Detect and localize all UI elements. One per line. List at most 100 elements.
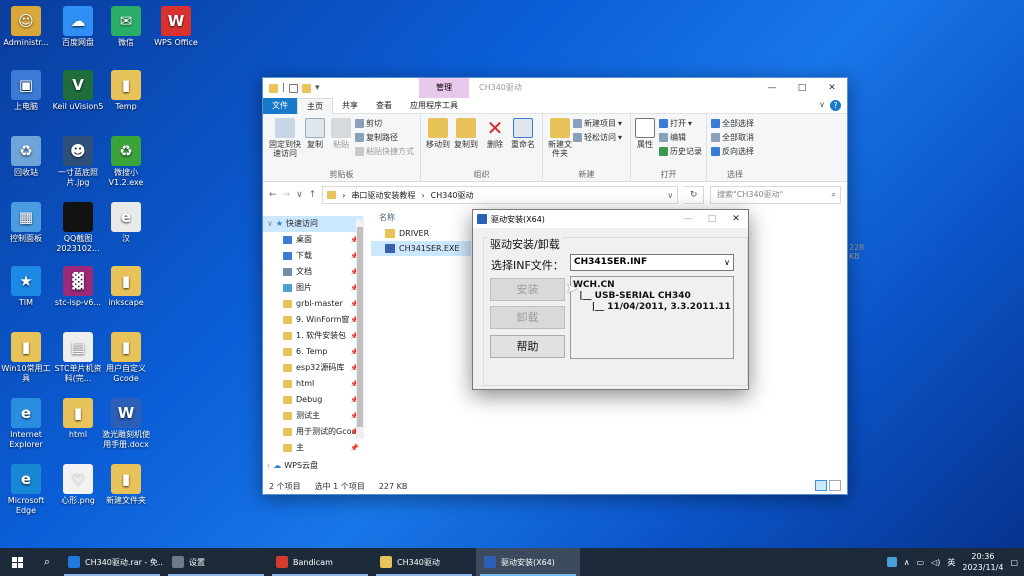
tray-app-icon[interactable] (886, 557, 897, 567)
nav-item[interactable]: 9. WinForm窗 📌 (263, 312, 363, 328)
tab-file[interactable]: 文件 (263, 97, 297, 114)
recent-chevron-icon[interactable]: ∨ (296, 190, 303, 200)
delete-button[interactable]: ✕ 删除 (483, 118, 507, 149)
file-row[interactable]: CH341SER.EXE (371, 241, 471, 256)
nav-item[interactable]: 桌面 📌 (263, 232, 363, 248)
minimize-button[interactable]: — (757, 78, 787, 98)
install-button[interactable]: 安装 (490, 278, 565, 301)
desktop-icon[interactable]: ♻ 回收站 (0, 136, 52, 178)
desktop-icon[interactable]: ▓ stc-isp-v6... (52, 266, 104, 308)
easy-access-button[interactable]: 轻松访问 ▾ (573, 132, 622, 143)
paste-button[interactable]: 粘贴 (329, 118, 353, 149)
nav-item[interactable]: 文档 📌 (263, 264, 363, 280)
desktop-icon[interactable]: ▮ Temp (100, 70, 152, 112)
expand-chevron-icon[interactable]: ∨ (267, 216, 273, 232)
taskbar-item[interactable]: 设置 (164, 548, 268, 576)
notification-icon[interactable]: ▢ (1010, 558, 1018, 567)
close-button[interactable]: ✕ (817, 78, 847, 98)
nav-item[interactable]: 下载 📌 (263, 248, 363, 264)
nav-quick-access[interactable]: ∨ ★ 快速访问 (263, 216, 363, 232)
nav-item[interactable]: 主 📌 (263, 440, 363, 456)
nav-wps[interactable]: › ☁ WPS云盘 (263, 458, 363, 474)
refresh-button[interactable]: ↻ (684, 186, 705, 204)
new-folder-qa-icon[interactable] (302, 83, 312, 93)
invert-selection-button[interactable]: 反向选择 (711, 146, 754, 157)
desktop-icon[interactable]: ▦ 控制面板 (0, 202, 52, 244)
collapse-ribbon-icon[interactable]: ∨ (819, 100, 825, 109)
desktop-icon[interactable]: ♡ 心形.png (52, 464, 104, 506)
search-icon[interactable]: ⌕ (34, 555, 60, 569)
copy-to-button[interactable]: 复制到 (453, 118, 479, 149)
volume-icon[interactable]: ◁) (931, 558, 940, 567)
cut-button[interactable]: 剪切 (355, 118, 382, 129)
nav-item[interactable]: esp32源码库 📌 (263, 360, 363, 376)
nav-item[interactable]: 1. 软件安装包 📌 (263, 328, 363, 344)
desktop-icon[interactable]: ▮ html (52, 398, 104, 440)
desktop-icon[interactable]: ☻ 一寸蓝底照片.jpg (52, 136, 104, 188)
taskbar-item[interactable]: 驱动安装(X64) (476, 548, 580, 576)
nav-item[interactable]: grbl-master 📌 (263, 296, 363, 312)
forward-arrow-icon[interactable]: → (283, 190, 291, 200)
address-dropdown-icon[interactable]: ∨ (667, 191, 673, 200)
ime-indicator[interactable]: 英 (947, 557, 955, 568)
paste-shortcut-button[interactable]: 粘贴快捷方式 (355, 146, 414, 157)
desktop-icon[interactable]: ☁ 百度网盘 (52, 6, 104, 48)
dialog-minimize-button[interactable]: — (676, 210, 700, 228)
uninstall-button[interactable]: 卸载 (490, 306, 565, 329)
new-item-button[interactable]: 新建项目 ▾ (573, 118, 622, 129)
desktop-icon[interactable]: e Internet Explorer (0, 398, 52, 450)
edit-button[interactable]: 编辑 (659, 132, 686, 143)
pin-quick-access-button[interactable]: 固定到快速访问 (267, 118, 303, 158)
tab-share[interactable]: 共享 (333, 98, 367, 114)
copy-button[interactable]: 复制 (303, 118, 327, 149)
network-icon[interactable]: ▭ (917, 558, 925, 567)
breadcrumb-item[interactable]: 串口驱动安装教程 (351, 190, 415, 201)
dialog-maximize-button[interactable]: □ (700, 210, 724, 228)
desktop-icon[interactable]: ☺ Administr... (0, 6, 52, 48)
desktop-icon[interactable]: QQ截图 2023102... (52, 202, 104, 254)
desktop-icon[interactable]: ▣ 上电脑 (0, 70, 52, 112)
context-tab-manage[interactable]: 管理 (419, 78, 469, 98)
nav-item[interactable]: 测试主 📌 (263, 408, 363, 424)
expand-chevron-icon[interactable]: › (267, 458, 270, 474)
move-to-button[interactable]: 移动到 (425, 118, 451, 149)
details-view-icon[interactable] (815, 480, 827, 491)
nav-item[interactable]: Debug 📌 (263, 392, 363, 408)
up-arrow-icon[interactable]: ↑ (309, 190, 317, 200)
nav-item[interactable]: html 📌 (263, 376, 363, 392)
chevron-up-icon[interactable]: ∧ (904, 558, 910, 567)
back-arrow-icon[interactable]: ← (269, 190, 277, 200)
nav-scrollbar[interactable] (356, 219, 364, 439)
customize-chevron-icon[interactable]: ▾ (315, 83, 320, 93)
copy-path-button[interactable]: 复制路径 (355, 132, 398, 143)
new-folder-button[interactable]: 新建文件夹 (545, 118, 575, 158)
select-none-button[interactable]: 全部取消 (711, 132, 754, 143)
search-input[interactable]: 搜索"CH340驱动" ⌕ (710, 186, 841, 204)
tab-app-tools[interactable]: 应用程序工具 (401, 98, 467, 114)
scrollbar-thumb[interactable] (357, 227, 363, 427)
properties-button[interactable]: 属性 (633, 118, 657, 149)
desktop-icon[interactable]: ★ TIM (0, 266, 52, 308)
inf-file-select[interactable]: CH341SER.INF ∨ (570, 254, 734, 271)
desktop-icon[interactable]: W WPS Office (150, 6, 202, 48)
clock[interactable]: 20:36 2023/11/4 (962, 551, 1003, 573)
desktop-icon[interactable]: e Microsoft Edge (0, 464, 52, 516)
desktop-icon[interactable]: ♻ 微搜小 V1.2.exe (100, 136, 152, 188)
properties-qa-icon[interactable] (289, 83, 299, 93)
desktop-icon[interactable]: ▮ 用户自定义Gcode (100, 332, 152, 384)
help-button[interactable]: 帮助 (490, 335, 565, 358)
dialog-titlebar[interactable]: 驱动安装(X64) — □ ✕ (473, 210, 748, 228)
taskbar-item[interactable]: Bandicam (268, 548, 372, 576)
address-bar[interactable]: › 串口驱动安装教程 › CH340驱动 ∨ (322, 186, 679, 204)
explorer-titlebar[interactable]: | ▾ 管理 CH340驱动 — □ ✕ (263, 78, 847, 98)
taskbar-item[interactable]: CH340驱动 (372, 548, 476, 576)
desktop-icon[interactable]: ▮ 新建文件夹 (100, 464, 152, 506)
maximize-button[interactable]: □ (787, 78, 817, 98)
large-icons-view-icon[interactable] (829, 480, 841, 491)
desktop-icon[interactable]: ▤ STC单片机资料(完... (52, 332, 104, 384)
tab-home[interactable]: 主页 (297, 97, 333, 114)
tab-view[interactable]: 查看 (367, 98, 401, 114)
breadcrumb-item[interactable]: CH340驱动 (431, 190, 474, 201)
history-button[interactable]: 历史记录 (659, 146, 702, 157)
desktop-icon[interactable]: V Keil uVision5 (52, 70, 104, 112)
